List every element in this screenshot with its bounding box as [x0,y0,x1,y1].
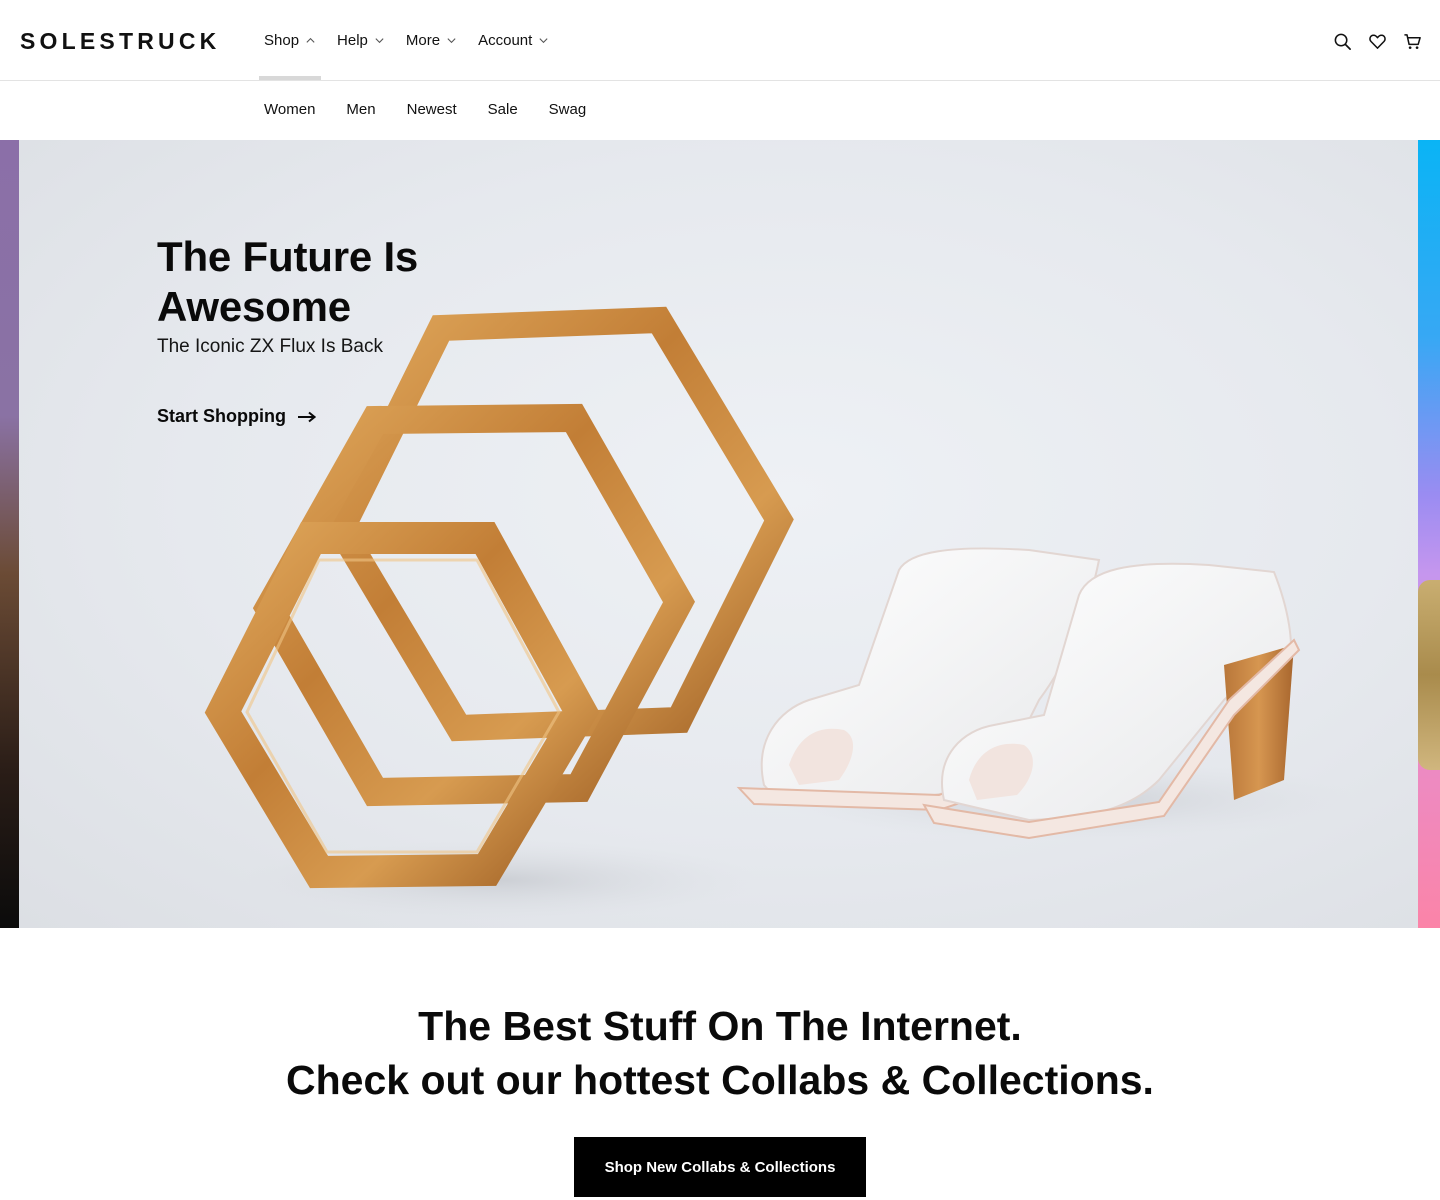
hero-carousel: The Future Is Awesome The Iconic ZX Flux… [0,140,1440,928]
subnav-item-men[interactable]: Men [346,101,375,118]
chevron-up-icon [306,37,315,43]
nav-item-label: Help [337,31,368,49]
hero-title: The Future Is Awesome [157,233,419,330]
nav-item-account[interactable]: Account [473,0,554,80]
cart-icon[interactable] [1403,32,1422,51]
subnav-item-swag[interactable]: Swag [549,101,587,118]
promo-headline: The Best Stuff On The Internet. [418,1003,1022,1049]
next-slide-peek[interactable] [1418,140,1440,928]
arrow-right-icon [298,411,316,422]
nav-item-label: More [405,31,441,49]
shop-collabs-button[interactable]: Shop New Collabs & Collections [574,1137,866,1197]
nav-item-label: Account [478,31,533,49]
heart-icon[interactable] [1368,32,1387,51]
nav-item-shop[interactable]: Shop [259,0,322,80]
hero-copy: The Future Is Awesome The Iconic ZX Flux… [157,232,517,358]
promo-subheadline: Check out our hottest Collabs & Collecti… [286,1057,1154,1103]
main-nav: Shop Help More Account [259,0,565,80]
hero-subtitle: The Iconic ZX Flux Is Back [157,336,383,357]
site-header: SOLESTRUCK Shop Help More Account [0,0,1440,81]
chevron-down-icon [447,37,456,43]
sub-nav: Women Men Newest Sale Swag [0,81,1440,140]
subnav-item-newest[interactable]: Newest [407,101,457,118]
chevron-down-icon [375,37,384,43]
subnav-item-sale[interactable]: Sale [488,101,518,118]
nav-item-label: Shop [264,31,300,49]
brand-logo[interactable]: SOLESTRUCK [20,28,220,55]
next-slide-image [1418,580,1440,770]
collabs-promo: The Best Stuff On The Internet. Check ou… [0,928,1440,1200]
subnav-item-women[interactable]: Women [264,101,315,118]
cta-label: Start Shopping [157,406,286,426]
header-actions [1333,32,1422,51]
prev-slide-peek[interactable] [0,140,19,928]
chevron-down-icon [539,37,548,43]
search-icon[interactable] [1333,32,1352,51]
nav-item-more[interactable]: More [401,0,462,80]
start-shopping-link[interactable]: Start Shopping [157,406,316,427]
hero-slide[interactable]: The Future Is Awesome The Iconic ZX Flux… [19,140,1418,928]
nav-item-help[interactable]: Help [332,0,390,80]
